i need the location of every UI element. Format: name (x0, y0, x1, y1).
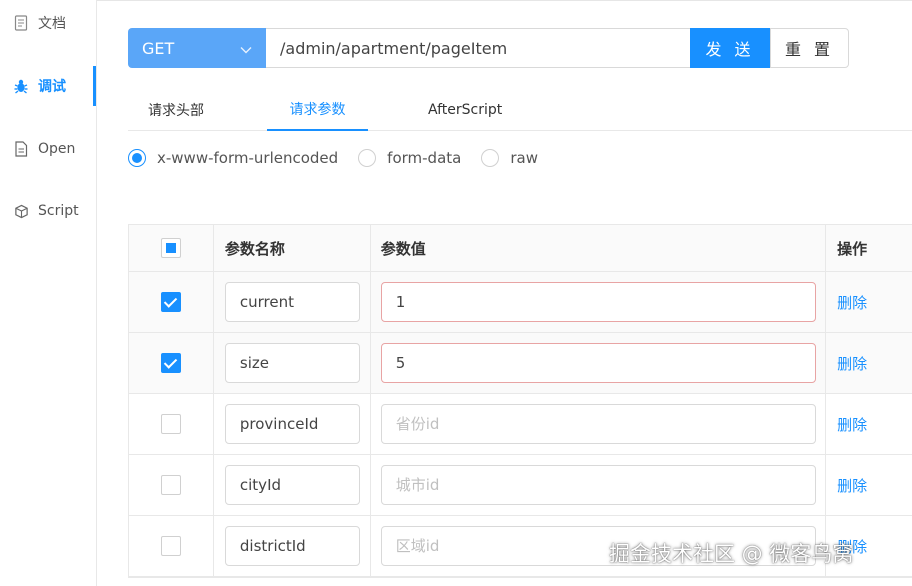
tab-afterscript[interactable]: AfterScript (428, 88, 502, 131)
radio-indicator[interactable] (481, 149, 500, 167)
delete-link[interactable]: 删除 (837, 475, 867, 496)
row-name-cell (214, 333, 371, 393)
row-action-cell: 删除 (826, 272, 912, 332)
table-row: 删除 (129, 333, 912, 394)
document-icon (12, 15, 30, 31)
request-bar: GET 发 送 重 置 (128, 28, 849, 68)
request-tabs: 请求头部 请求参数 AfterScript (128, 88, 912, 131)
cube-icon (12, 204, 30, 219)
row-value-cell (371, 455, 827, 515)
send-button[interactable]: 发 送 (690, 28, 770, 68)
row-check-cell (129, 394, 214, 454)
row-checkbox[interactable] (160, 292, 181, 312)
row-checkbox[interactable] (160, 414, 181, 434)
table-row: 删除 (129, 455, 912, 516)
radio-label: raw (510, 149, 538, 167)
sidebar-item-label: Open (38, 141, 76, 157)
param-name-input[interactable] (224, 404, 360, 444)
watermark: 掘金技术社区 @ 微客鸟窝 (609, 542, 854, 566)
row-value-cell (371, 333, 827, 393)
chevron-down-icon (240, 39, 252, 58)
row-checkbox[interactable] (160, 536, 181, 556)
delete-link[interactable]: 删除 (837, 414, 867, 435)
param-value-input[interactable] (380, 465, 816, 505)
radio-indicator[interactable] (128, 149, 146, 167)
header-check-cell (129, 225, 214, 271)
tab-request-headers[interactable]: 请求头部 (148, 88, 204, 131)
delete-link[interactable]: 删除 (837, 353, 867, 374)
row-name-cell (214, 394, 371, 454)
param-value-input[interactable] (380, 404, 816, 444)
row-check-cell (129, 333, 214, 393)
radio-raw[interactable]: raw (481, 149, 538, 167)
sidebar: 文档 调试 Open Script (0, 0, 97, 586)
method-select[interactable]: GET (128, 28, 266, 68)
header-param-value: 参数值 (371, 225, 827, 271)
header-action: 操作 (837, 239, 868, 258)
select-all-checkbox[interactable] (160, 238, 181, 258)
param-value-input[interactable] (380, 343, 816, 383)
row-action-cell: 删除 (826, 394, 912, 454)
sidebar-item-debug[interactable]: 调试 (0, 66, 96, 106)
radio-label: form-data (387, 149, 462, 167)
row-checkbox[interactable] (160, 475, 181, 495)
body-type-radio-group: x-www-form-urlencoded form-data raw (128, 146, 558, 170)
param-name-input[interactable] (224, 465, 360, 505)
sidebar-item-open[interactable]: Open (0, 129, 96, 169)
bug-icon (12, 78, 30, 94)
row-value-cell (371, 272, 827, 332)
sidebar-item-script[interactable]: Script (0, 191, 96, 231)
table-row: 删除 (129, 272, 912, 333)
sidebar-item-label: 文档 (38, 16, 66, 32)
table-header: 参数名称 参数值 操作 (129, 225, 912, 272)
row-action-cell: 删除 (826, 455, 912, 515)
radio-label: x-www-form-urlencoded (157, 149, 339, 167)
param-name-input[interactable] (224, 282, 360, 322)
top-border (0, 0, 912, 1)
sidebar-item-label: Script (38, 203, 79, 219)
reset-button[interactable]: 重 置 (770, 28, 849, 68)
sidebar-item-label: 调试 (38, 79, 66, 95)
params-table: 参数名称 参数值 操作 删除 删除 删除 删除 删除 (128, 224, 912, 578)
row-action-cell: 删除 (826, 333, 912, 393)
file-icon (12, 141, 30, 157)
row-check-cell (129, 272, 214, 332)
param-name-input[interactable] (224, 526, 360, 566)
tab-request-params[interactable]: 请求参数 (267, 88, 368, 131)
param-name-input[interactable] (224, 343, 360, 383)
row-checkbox[interactable] (160, 353, 181, 373)
row-name-cell (214, 272, 371, 332)
sidebar-item-docs[interactable]: 文档 (0, 3, 96, 43)
row-check-cell (129, 516, 214, 576)
radio-indicator[interactable] (358, 149, 377, 167)
url-input[interactable] (266, 28, 690, 68)
header-param-name: 参数名称 (214, 225, 371, 271)
row-name-cell (214, 455, 371, 515)
param-value-input[interactable] (380, 282, 816, 322)
radio-urlencoded[interactable]: x-www-form-urlencoded (128, 149, 338, 167)
row-check-cell (129, 455, 214, 515)
row-value-cell (371, 394, 827, 454)
method-value: GET (142, 38, 175, 58)
radio-form-data[interactable]: form-data (358, 149, 461, 167)
delete-link[interactable]: 删除 (837, 292, 867, 313)
table-row: 删除 (129, 394, 912, 455)
row-name-cell (214, 516, 371, 576)
